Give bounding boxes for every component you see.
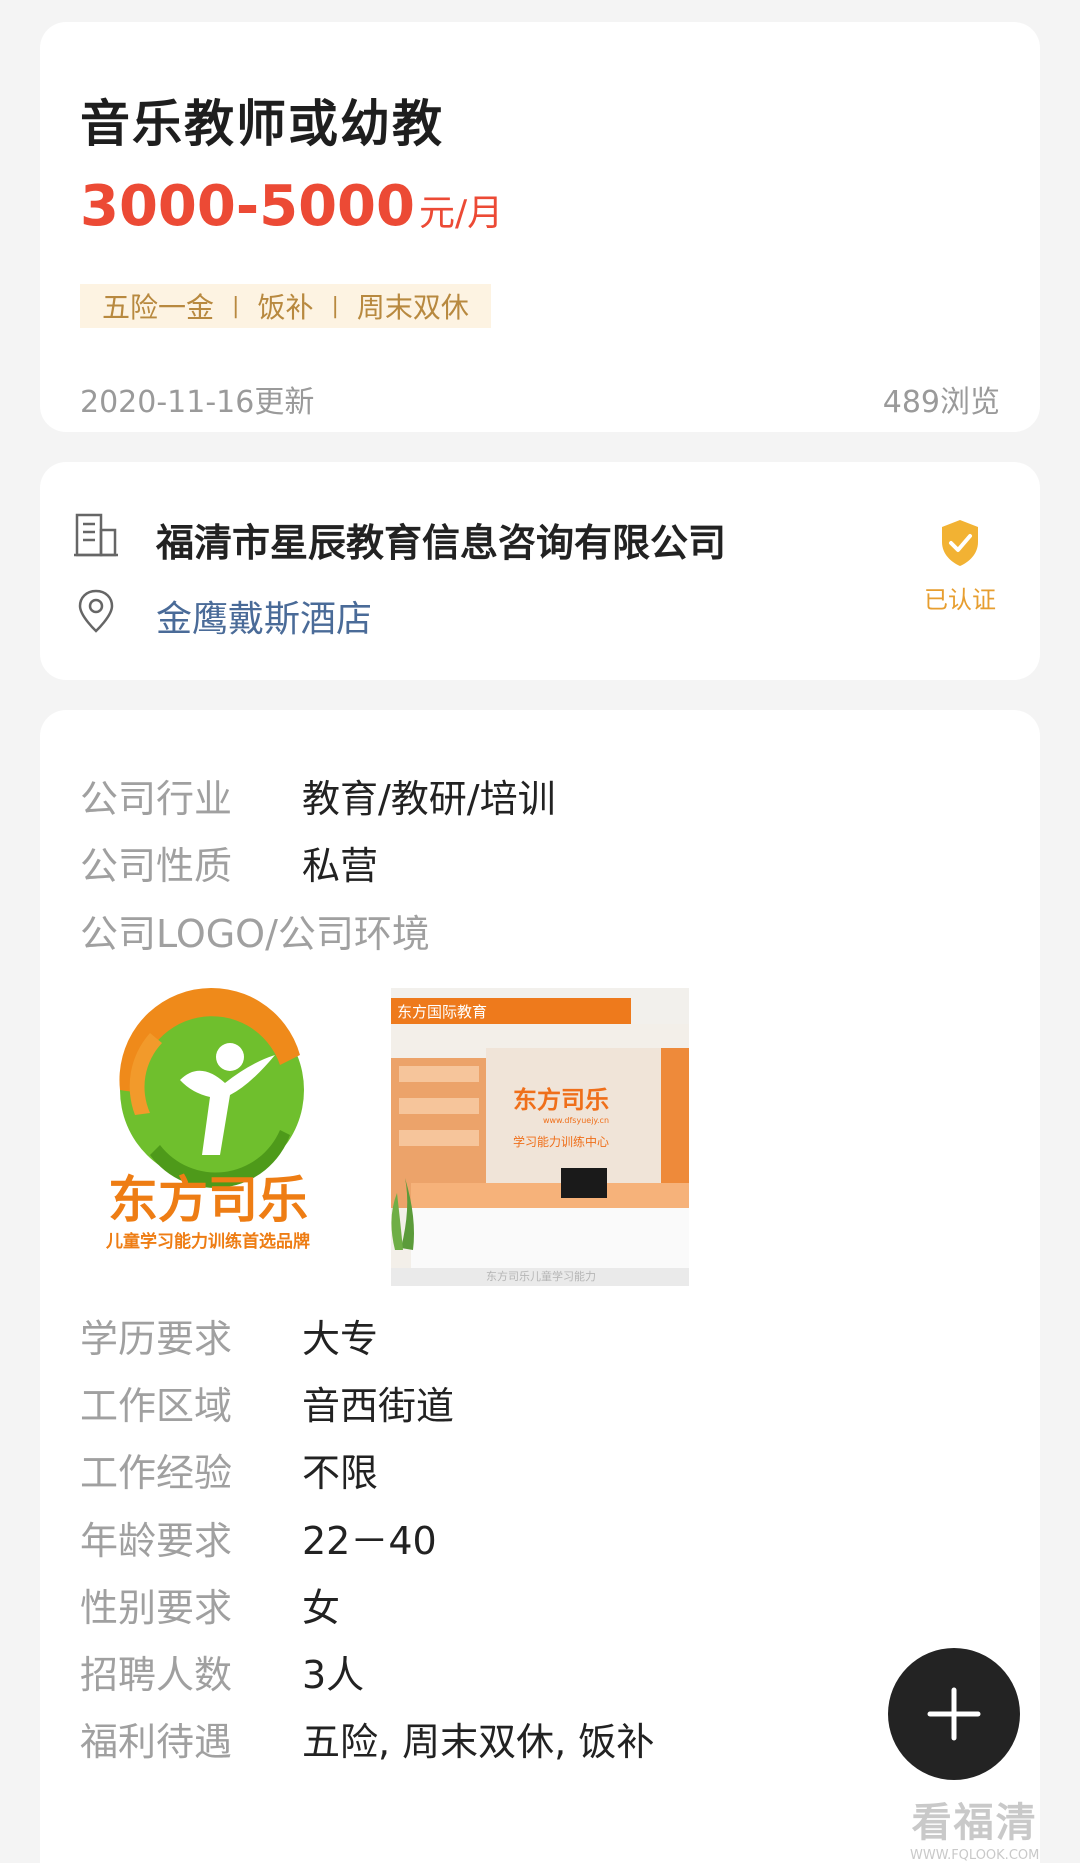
perk-separator: | <box>232 293 240 319</box>
detail-value: 音西街道 <box>302 1384 455 1428</box>
detail-value: 五险, 周末双休, 饭补 <box>302 1720 655 1764</box>
view-count: 489浏览 <box>882 385 1000 420</box>
photo-wall-subtitle: 学习能力训练中心 <box>513 1134 609 1149</box>
salary-range: 3000-5000 <box>80 174 415 239</box>
company-card[interactable]: 福清市星辰教育信息咨询有限公司 金鹰戴斯酒店 已认证 <box>40 462 1040 680</box>
perk-tag: 五险一金 <box>102 291 215 324</box>
company-logo-image[interactable]: 东方司乐 儿童学习能力训练首选品牌 <box>80 985 342 1252</box>
detail-label: 性别要求 <box>80 1586 233 1630</box>
building-icon <box>74 513 118 557</box>
detail-value: 教育/教研/培训 <box>302 777 556 821</box>
logo-brand-name: 东方司乐 <box>108 1171 308 1229</box>
photo-wall-url: www.dfsyuejy.cn <box>543 1116 609 1125</box>
detail-value: 大专 <box>302 1317 379 1361</box>
perk-tag: 周末双休 <box>356 291 469 324</box>
plus-icon <box>927 1687 981 1741</box>
company-logo-graphic: 东方司乐 儿童学习能力训练首选品牌 <box>105 987 310 1252</box>
photo-watermark: 东方司乐儿童学习能力 <box>486 1269 596 1283</box>
watermark-sub: WWW.FQLOOK.COM <box>910 1848 1040 1863</box>
verified-badge: 已认证 <box>918 518 1002 615</box>
detail-value: 3人 <box>302 1653 365 1697</box>
perk-tag: 饭补 <box>257 291 314 324</box>
detail-label: 学历要求 <box>80 1317 233 1361</box>
salary: 3000-5000 元/月 <box>80 174 503 239</box>
shield-check-icon <box>942 520 978 566</box>
detail-label: 工作经验 <box>80 1451 233 1495</box>
job-summary-card: 音乐教师或幼教 3000-5000 元/月 五险一金 | 饭补 | 周末双休 20… <box>40 22 1040 432</box>
company-environment-photo[interactable]: 东方国际教育 东方司乐 www.dfsyuejy.cn 学习能力训练中心 东方司… <box>391 988 689 1286</box>
detail-value: 22－40 <box>302 1519 437 1563</box>
add-fab-button[interactable] <box>888 1648 1020 1780</box>
perk-separator: | <box>331 293 339 319</box>
detail-value: 私营 <box>302 844 379 888</box>
company-name[interactable]: 福清市星辰教育信息咨询有限公司 <box>156 512 726 567</box>
photo-wall-brand: 东方司乐 <box>513 1086 609 1114</box>
job-details-card: 公司行业 教育/教研/培训 公司性质 私营 公司LOGO/公司环境 东方司乐 儿… <box>40 710 1040 1863</box>
logo-slogan: 儿童学习能力训练首选品牌 <box>105 1231 310 1251</box>
media-section-label: 公司LOGO/公司环境 <box>80 912 430 956</box>
job-title: 音乐教师或幼教 <box>80 95 444 153</box>
site-watermark: 看福清 WWW.FQLOOK.COM <box>910 1790 1039 1863</box>
location-pin-icon <box>78 589 114 633</box>
job-detail-page: 音乐教师或幼教 3000-5000 元/月 五险一金 | 饭补 | 周末双休 20… <box>0 0 1080 1863</box>
detail-label: 福利待遇 <box>80 1720 233 1764</box>
updated-date: 2020-11-16更新 <box>80 385 315 420</box>
detail-label: 公司性质 <box>80 844 233 888</box>
detail-label: 年龄要求 <box>80 1519 233 1563</box>
perks-tag-bar: 五险一金 | 饭补 | 周末双休 <box>80 284 491 328</box>
salary-unit: 元/月 <box>418 193 504 234</box>
detail-value: 不限 <box>302 1451 379 1495</box>
detail-value: 女 <box>302 1586 341 1630</box>
environment-photo-graphic: 东方国际教育 东方司乐 www.dfsyuejy.cn 学习能力训练中心 东方司… <box>391 988 689 1286</box>
detail-label: 招聘人数 <box>80 1653 233 1697</box>
detail-label: 工作区域 <box>80 1384 233 1428</box>
watermark-main: 看福清 <box>911 1800 1038 1846</box>
verified-label: 已认证 <box>924 586 996 614</box>
photo-banner-text: 东方国际教育 <box>397 1003 487 1021</box>
detail-label: 公司行业 <box>80 777 233 821</box>
company-address[interactable]: 金鹰戴斯酒店 <box>156 590 372 642</box>
